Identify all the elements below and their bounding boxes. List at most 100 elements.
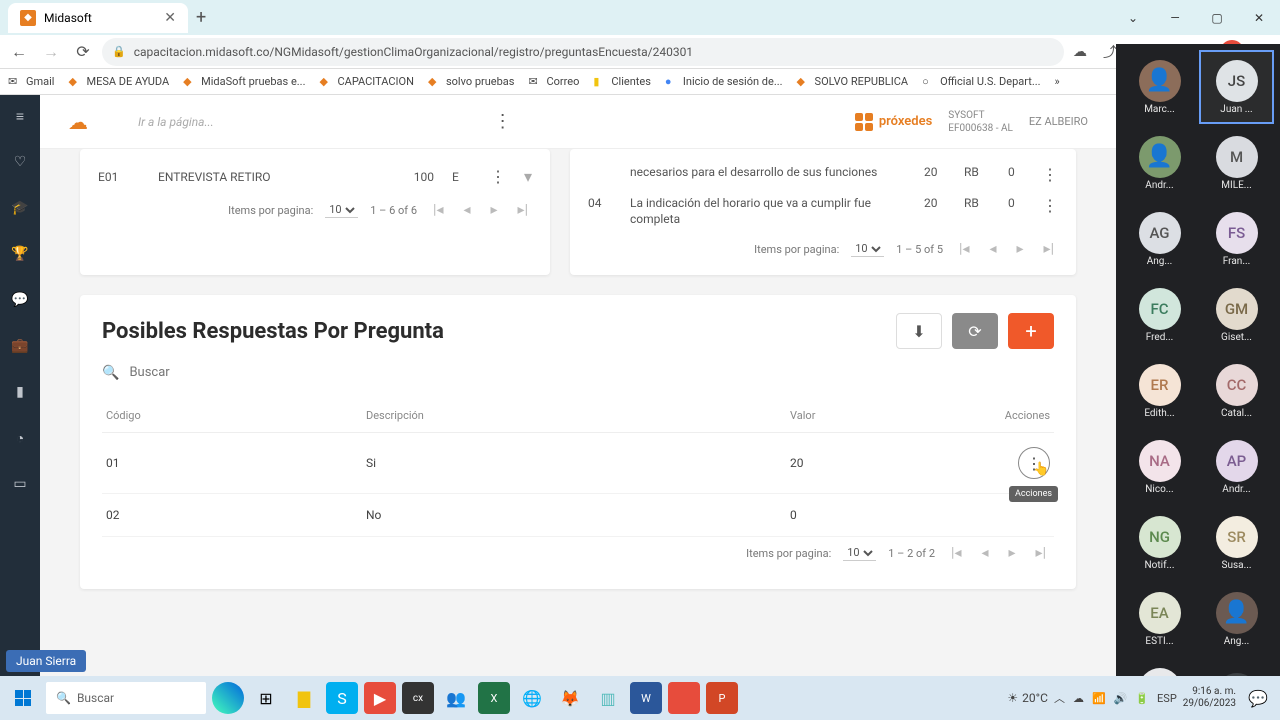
participant-tile[interactable]: 👤Andr... xyxy=(1122,126,1197,200)
row-menu-icon[interactable]: ⋮ xyxy=(1042,165,1058,184)
header-menu-icon[interactable]: ⋮ xyxy=(494,111,512,132)
notepad-icon[interactable]: ▥ xyxy=(592,682,624,714)
system-tray[interactable]: ︿ ☁ 📶 🔊 🔋 ESP xyxy=(1054,690,1177,706)
download-button[interactable]: ⬇ xyxy=(896,313,942,349)
taskbar-app-icon[interactable]: ⊞ xyxy=(250,682,282,714)
participant-tile[interactable]: SRSusa... xyxy=(1199,506,1274,580)
add-button[interactable]: + xyxy=(1008,313,1054,349)
search-input[interactable] xyxy=(125,361,325,384)
participant-tile[interactable]: EREdith... xyxy=(1122,354,1197,428)
participant-tile[interactable]: CCCatal... xyxy=(1199,354,1274,428)
participant-tile[interactable]: 👤Ang... xyxy=(1199,582,1274,656)
participant-tile[interactable]: FSFran... xyxy=(1199,202,1274,276)
participant-tile[interactable]: GMGiset... xyxy=(1199,278,1274,352)
nav-pie-icon[interactable]: ◔ xyxy=(11,429,29,447)
pager-last-icon[interactable]: ▸| xyxy=(1040,241,1058,257)
participant-tile[interactable]: JSJuan ... xyxy=(1199,50,1274,124)
pager-next-icon[interactable]: ▸ xyxy=(487,202,502,218)
row-expand-icon[interactable]: ▾ xyxy=(524,167,532,186)
bookmark-item[interactable]: ◆SOLVO REPUBLICA xyxy=(797,75,909,89)
bookmark-item[interactable]: ◆MESA DE AYUDA xyxy=(68,75,169,89)
row-actions-button[interactable]: ⋮ 👆 Acciones xyxy=(1018,447,1050,479)
pager-last-icon[interactable]: ▸| xyxy=(514,202,532,218)
close-window-button[interactable]: ✕ xyxy=(1238,2,1280,34)
nav-chart-icon[interactable]: ▮ xyxy=(11,383,29,401)
pager-prev-icon[interactable]: ◂ xyxy=(985,241,1000,257)
taskbar-search[interactable]: 🔍 Buscar xyxy=(46,682,206,714)
pager-next-icon[interactable]: ▸ xyxy=(1005,545,1020,561)
skype-icon[interactable]: S xyxy=(326,682,358,714)
pager-size-select[interactable]: 10 xyxy=(851,241,884,257)
pager-size-select[interactable]: 10 xyxy=(325,202,358,218)
row-menu-icon[interactable]: ⋮ xyxy=(1042,196,1058,215)
pager-last-icon[interactable]: ▸| xyxy=(1032,545,1050,561)
pager-size-select[interactable]: 10 xyxy=(843,545,876,561)
pager-first-icon[interactable]: |◂ xyxy=(429,202,447,218)
browser-tab[interactable]: ◆ Midasoft ✕ xyxy=(8,3,188,33)
participant-tile[interactable]: EAESTI... xyxy=(1122,582,1197,656)
participant-tile[interactable]: YYehiny xyxy=(1122,658,1197,676)
participant-tile[interactable]: NGNotif... xyxy=(1122,506,1197,580)
firefox-icon[interactable]: 🦊 xyxy=(554,682,586,714)
clock[interactable]: 9:16 a. m. 29/06/2023 xyxy=(1183,686,1236,710)
nav-trophy-icon[interactable]: 🏆 xyxy=(11,245,29,263)
start-button[interactable] xyxy=(6,682,40,714)
pager-prev-icon[interactable]: ◂ xyxy=(459,202,474,218)
weather-widget[interactable]: ☀ 20°C xyxy=(1007,691,1048,705)
nav-chat-icon[interactable]: 💬 xyxy=(11,291,29,309)
participant-tile[interactable]: NANico... xyxy=(1122,430,1197,504)
avatar: 👤 xyxy=(1139,136,1181,178)
url-input[interactable]: 🔒 capacitacion.midasoft.co/NGMidasoft/ge… xyxy=(102,38,1064,66)
participant-tile[interactable]: MMILE... xyxy=(1199,126,1274,200)
question-row[interactable]: necesarios para el desarrollo de sus fun… xyxy=(584,159,1062,190)
bookmark-item[interactable]: ◆solvo pruebas xyxy=(428,75,515,89)
maximize-button[interactable]: ▢ xyxy=(1196,2,1238,34)
file-explorer-icon[interactable]: ▇ xyxy=(288,682,320,714)
pager-next-icon[interactable]: ▸ xyxy=(1013,241,1028,257)
bookmark-item[interactable]: ▮Clientes xyxy=(593,75,651,89)
participant-tile[interactable]: +3 xyxy=(1199,658,1274,676)
nav-heart-icon[interactable]: ♡ xyxy=(11,153,29,171)
pager-prev-icon[interactable]: ◂ xyxy=(977,545,992,561)
powerpoint-icon[interactable]: P xyxy=(706,682,738,714)
app-icon[interactable] xyxy=(668,682,700,714)
nav-menu-icon[interactable]: ≡ xyxy=(11,107,29,125)
participant-tile[interactable]: APAndr... xyxy=(1199,430,1274,504)
refresh-button[interactable]: ⟳ xyxy=(952,313,998,349)
teams-icon[interactable]: 👥 xyxy=(440,682,472,714)
new-tab-button[interactable]: + xyxy=(196,7,206,28)
back-button[interactable]: ← xyxy=(6,39,32,65)
pager-first-icon[interactable]: |◂ xyxy=(947,545,965,561)
chevron-down-icon[interactable]: ⌄ xyxy=(1112,2,1154,34)
notifications-icon[interactable]: 💬 xyxy=(1242,682,1274,714)
task-view-icon[interactable] xyxy=(212,682,244,714)
bookmark-item[interactable]: ○Official U.S. Depart... xyxy=(922,75,1040,89)
word-icon[interactable]: W xyxy=(630,682,662,714)
nav-briefcase-icon[interactable]: 💼 xyxy=(11,337,29,355)
excel-icon[interactable]: X xyxy=(478,682,510,714)
bookmark-item[interactable]: ◆MidaSoft pruebas e... xyxy=(183,75,305,89)
question-row[interactable]: 04 La indicación del horario que va a cu… xyxy=(584,190,1062,233)
close-tab-icon[interactable]: ✕ xyxy=(164,10,176,26)
reload-button[interactable]: ⟳ xyxy=(70,39,96,65)
bookmark-item[interactable]: ✉Correo xyxy=(528,75,579,89)
bookmark-overflow[interactable]: » xyxy=(1055,75,1060,88)
chrome-icon[interactable]: 🌐 xyxy=(516,682,548,714)
bookmark-item[interactable]: ✉Gmail xyxy=(8,75,54,89)
app-icon[interactable]: cx xyxy=(402,682,434,714)
goto-page-input[interactable]: Ir a la página... xyxy=(138,115,214,129)
forward-button[interactable]: → xyxy=(38,39,64,65)
row-menu-icon[interactable]: ⋮ xyxy=(490,167,506,186)
pager-first-icon[interactable]: |◂ xyxy=(955,241,973,257)
app-icon[interactable]: ▶ xyxy=(364,682,396,714)
participant-tile[interactable]: FCFred... xyxy=(1122,278,1197,352)
bookmark-item[interactable]: ●Inicio de sesión de... xyxy=(665,75,783,89)
minimize-button[interactable]: — xyxy=(1154,2,1196,34)
nav-card-icon[interactable]: ▭ xyxy=(11,475,29,493)
translate-icon[interactable]: ☁ xyxy=(1070,42,1090,62)
nav-education-icon[interactable]: 🎓 xyxy=(11,199,29,217)
participant-tile[interactable]: AGAng... xyxy=(1122,202,1197,276)
participant-tile[interactable]: 👤Marc... xyxy=(1122,50,1197,124)
survey-row[interactable]: E01 ENTREVISTA RETIRO 100 E ⋮ ▾ xyxy=(94,159,536,194)
bookmark-item[interactable]: ◆CAPACITACION xyxy=(319,75,413,89)
